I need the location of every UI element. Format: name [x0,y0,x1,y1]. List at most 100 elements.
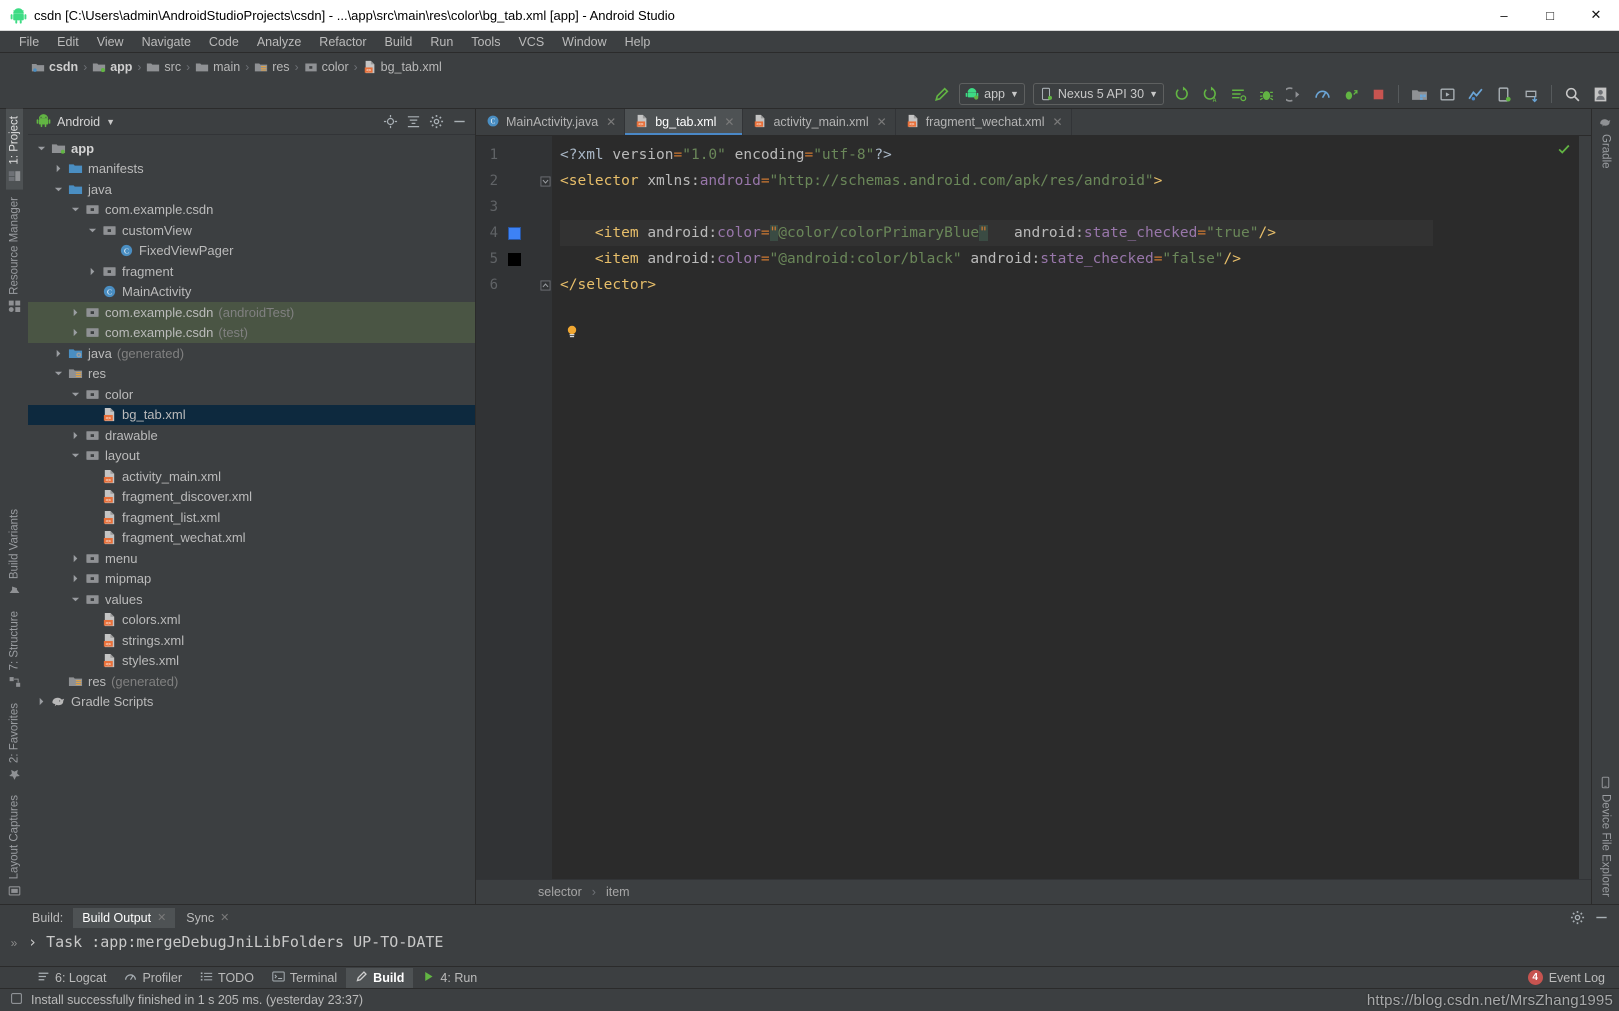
tree-node-com-example-csdn[interactable]: com.example.csdn (test) [28,322,475,343]
tree-node-color[interactable]: color [28,384,475,405]
tree-node-fragment[interactable]: fragment [28,261,475,282]
menu-tools[interactable]: Tools [462,33,509,51]
tool-window-build-variants[interactable]: Build Variants [6,502,23,604]
editor-tab-activity-main-xml[interactable]: <> activity_main.xml ✕ [743,109,896,135]
chevron-right-icon[interactable] [36,696,47,707]
menu-code[interactable]: Code [200,33,248,51]
chevron-down-icon[interactable] [53,184,64,195]
color-swatch-blue[interactable] [506,226,522,240]
navbar-crumb-csdn[interactable]: csdn [28,59,81,75]
breadcrumb-selector[interactable]: selector [534,884,586,900]
tree-node-fragment-discover-xml[interactable]: <> fragment_discover.xml [28,487,475,508]
run-icon[interactable] [1169,83,1195,106]
tree-node-layout[interactable]: layout [28,446,475,467]
chevron-right-icon[interactable] [70,307,81,318]
tree-node-menu[interactable]: menu [28,548,475,569]
close-icon[interactable]: ✕ [877,115,887,129]
menu-run[interactable]: Run [421,33,462,51]
apply-changes-icon[interactable]: A [1197,83,1223,106]
sdk-manager-icon[interactable] [1406,83,1432,106]
tree-node-com-example-csdn[interactable]: com.example.csdn (androidTest) [28,302,475,323]
close-icon[interactable]: ✕ [157,911,166,924]
bottom-tool-terminal[interactable]: Terminal [263,968,346,988]
chevron-down-icon[interactable] [70,204,81,215]
navbar-crumb-app[interactable]: app [89,59,135,75]
settings-gear-icon[interactable] [426,112,446,132]
menu-build[interactable]: Build [376,33,422,51]
chevron-right-icon[interactable] [87,266,98,277]
hide-panel-icon[interactable] [449,112,469,132]
tree-node-com-example-csdn[interactable]: com.example.csdn [28,200,475,221]
search-icon[interactable] [1559,83,1585,106]
chevron-right-icon[interactable] [70,327,81,338]
tree-node-fragment-list-xml[interactable]: <> fragment_list.xml [28,507,475,528]
menu-analyze[interactable]: Analyze [248,33,310,51]
chevron-down-icon[interactable] [53,368,64,379]
tree-node-mainactivity[interactable]: C MainActivity [28,282,475,303]
tool-window-structure[interactable]: 7: Structure [6,604,23,695]
tool-window-gradle[interactable]: Gradle [1597,109,1614,176]
navbar-crumb-file[interactable]: <> bg_tab.xml [360,59,445,75]
editor-gutter[interactable]: 1 2 3 4 5 6 [476,136,538,879]
menu-help[interactable]: Help [616,33,660,51]
close-icon[interactable]: ✕ [220,911,229,924]
profiler-icon[interactable] [1309,83,1335,106]
chevron-down-icon[interactable]: ▼ [106,117,115,127]
event-log-button[interactable]: 4 Event Log [1522,970,1611,985]
stop-icon[interactable] [1365,83,1391,106]
intention-bulb-icon[interactable] [564,324,580,340]
bottom-tool-profiler[interactable]: Profiler [115,968,191,988]
close-button[interactable]: ✕ [1573,0,1619,31]
breadcrumb-item[interactable]: item [602,884,634,900]
fold-toggle-selector-close[interactable] [538,272,552,298]
tree-node-activity-main-xml[interactable]: <> activity_main.xml [28,466,475,487]
tool-window-project[interactable]: 1: Project [5,109,23,190]
collapse-all-icon[interactable] [403,112,423,132]
run-menu-icon[interactable] [1225,83,1251,106]
make-project-icon[interactable] [928,83,954,106]
code-folding-column[interactable] [538,136,552,879]
avd-manager-icon[interactable] [1434,83,1460,106]
tool-window-layout-captures[interactable]: Layout Captures [6,788,23,904]
tree-node-manifests[interactable]: manifests [28,159,475,180]
bottom-tool-run[interactable]: 4: Run [413,968,486,988]
tree-node-strings-xml[interactable]: <> strings.xml [28,630,475,651]
tree-node-drawable[interactable]: drawable [28,425,475,446]
user-profile-icon[interactable] [1587,83,1613,106]
tree-node-fixedviewpager[interactable]: C FixedViewPager [28,241,475,262]
build-tab-sync[interactable]: Sync ✕ [177,908,238,928]
navbar-crumb-color[interactable]: color [301,59,352,75]
tree-node-res[interactable]: res (generated) [28,671,475,692]
debug-icon[interactable] [1253,83,1279,106]
tree-node-java[interactable]: java [28,179,475,200]
menu-vcs[interactable]: VCS [509,33,553,51]
code-text-area[interactable]: <?xml version = "1.0" encoding = "utf-8" ?> <… [552,136,1433,879]
bottom-tool-build[interactable]: Build [346,967,414,988]
hide-panel-icon[interactable] [1591,908,1611,928]
tool-window-device-file-explorer[interactable]: Device File Explorer [1597,769,1614,904]
device-selector[interactable]: Nexus 5 API 30 ▼ [1032,83,1164,105]
chevron-down-icon[interactable] [70,594,81,605]
chevron-right-icon[interactable] [70,553,81,564]
settings-gear-icon[interactable] [1567,908,1587,928]
tree-node-mipmap[interactable]: mipmap [28,569,475,590]
attach-debugger-icon[interactable] [1337,83,1363,106]
code-editor[interactable]: 1 2 3 4 5 6 <?xml version = "1.0" encodi… [476,136,1591,879]
menu-view[interactable]: View [88,33,133,51]
minimize-button[interactable]: – [1481,0,1527,31]
build-tab-build-output[interactable]: Build Output ✕ [73,907,176,928]
tree-node-values[interactable]: values [28,589,475,610]
menu-navigate[interactable]: Navigate [133,33,200,51]
menu-refactor[interactable]: Refactor [310,33,375,51]
close-icon[interactable]: ✕ [606,115,616,129]
bottom-tool-logcat[interactable]: 6: Logcat [28,968,115,988]
tree-node-colors-xml[interactable]: <> colors.xml [28,610,475,631]
project-tree[interactable]: app manifests java com.example.csdn customVi… [28,135,475,904]
menu-window[interactable]: Window [553,33,615,51]
chevron-right-icon[interactable] [53,163,64,174]
chevron-down-icon[interactable] [87,225,98,236]
tool-window-resource-manager[interactable]: Resource Manager [6,190,23,320]
menu-file[interactable]: File [10,33,48,51]
chevron-right-icon[interactable] [53,348,64,359]
menu-edit[interactable]: Edit [48,33,88,51]
